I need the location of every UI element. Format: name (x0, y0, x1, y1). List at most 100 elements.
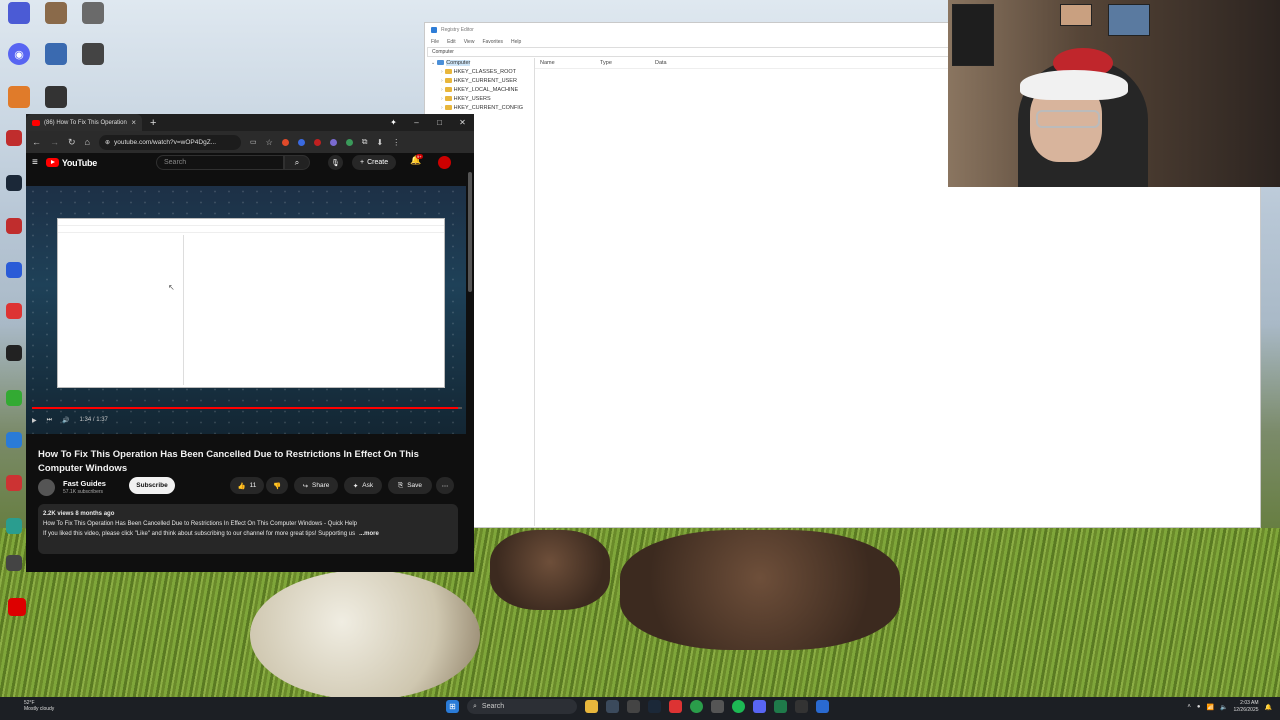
desktop-app-icon[interactable] (45, 2, 67, 24)
chevron-up-icon[interactable]: ˄ (1187, 704, 1191, 710)
page-scrollbar[interactable] (468, 172, 472, 292)
desktop-app-icon[interactable] (6, 475, 22, 491)
taskbar-search[interactable]: ⌕ Search (467, 699, 577, 714)
desktop-app-icon[interactable] (6, 345, 22, 361)
chrome-icon[interactable] (690, 700, 703, 713)
app-icon[interactable] (606, 700, 619, 713)
desktop-app-icon[interactable] (6, 432, 22, 448)
save-button[interactable]: ⎘ Save (388, 477, 432, 494)
youtube-search-input[interactable]: Search (156, 155, 284, 170)
address-bar[interactable]: ⊕ youtube.com/watch?v=wOP4DgZ... (98, 134, 241, 150)
play-icon[interactable]: ▶ (32, 417, 37, 424)
tree-item-computer[interactable]: ⌄ Computer (427, 58, 534, 67)
video-description[interactable]: 2.2K views 8 months ago How To Fix This … (38, 504, 458, 554)
menu-icon[interactable]: ⋮ (392, 138, 400, 147)
extension-icon[interactable] (329, 138, 337, 146)
desktop-app-icon[interactable] (6, 518, 22, 534)
app-icon[interactable] (774, 700, 787, 713)
tree-item-hkcr[interactable]: › HKEY_CLASSES_ROOT (427, 67, 534, 76)
app-icon[interactable] (711, 700, 724, 713)
discord-icon[interactable]: ◉ (8, 43, 30, 65)
close-window-button[interactable]: ✕ (451, 114, 474, 131)
desktop-app-icon[interactable] (8, 86, 30, 108)
video-player[interactable]: ↖ ▶ ⏭ 🔊 1:34 / 1:37 (26, 186, 466, 434)
reload-icon[interactable]: ↻ (68, 137, 76, 148)
desktop-app-icon[interactable] (6, 262, 22, 278)
extension-icon[interactable] (281, 138, 289, 146)
tree-item-hku[interactable]: › HKEY_USERS (427, 94, 534, 103)
more-actions-button[interactable]: ⋯ (436, 477, 454, 494)
desktop-app-icon[interactable] (45, 86, 67, 108)
hamburger-menu-icon[interactable]: ≡ (32, 157, 38, 168)
like-button[interactable]: 👍 11 (230, 477, 264, 494)
desktop-app-icon[interactable] (6, 303, 22, 319)
menu-help[interactable]: Help (511, 39, 521, 45)
channel-avatar[interactable] (38, 479, 55, 496)
desktop-app-icon[interactable] (6, 218, 22, 234)
menu-favorites[interactable]: Favorites (482, 39, 503, 45)
tree-item-hklm[interactable]: › HKEY_LOCAL_MACHINE (427, 85, 534, 94)
youtube-logo[interactable]: YouTube (45, 158, 97, 168)
desktop-app-icon[interactable] (6, 390, 22, 406)
clock[interactable]: 2:03 AM 12/26/2025 (1233, 700, 1258, 714)
microphone-icon[interactable]: 🎙 (328, 155, 343, 170)
desktop-app-icon[interactable] (6, 175, 22, 191)
tree-item-hkcc[interactable]: › HKEY_CURRENT_CONFIG (427, 103, 534, 112)
more-link[interactable]: ...more (359, 529, 379, 539)
column-name[interactable]: Name (540, 60, 600, 66)
search-icon[interactable]: ⌕ (284, 155, 310, 170)
create-button[interactable]: + Create (352, 155, 397, 170)
app-icon[interactable] (627, 700, 640, 713)
desktop-app-icon[interactable] (8, 2, 30, 24)
share-button[interactable]: ↪ Share (294, 477, 338, 494)
close-tab-icon[interactable]: × (131, 118, 136, 127)
dislike-button[interactable]: 👎 (266, 477, 288, 494)
tray-app-icon[interactable]: ● (1197, 704, 1201, 710)
download-icon[interactable]: ⬇ (377, 138, 384, 147)
maximize-button[interactable]: □ (428, 114, 451, 131)
volume-icon[interactable]: 🔈 (1220, 704, 1227, 711)
tree-item-hkcu[interactable]: › HKEY_CURRENT_USER (427, 76, 534, 85)
file-explorer-icon[interactable] (585, 700, 598, 713)
weather-widget[interactable]: 52°F Mostly cloudy (24, 700, 54, 712)
channel-name[interactable]: Fast Guides (63, 479, 106, 488)
menu-edit[interactable]: Edit (447, 39, 456, 45)
desktop-app-icon[interactable] (82, 43, 104, 65)
app-icon[interactable] (795, 700, 808, 713)
minimize-button[interactable]: – (405, 114, 428, 131)
menu-view[interactable]: View (464, 39, 475, 45)
extension-icon[interactable] (345, 138, 353, 146)
extension-icon[interactable] (313, 138, 321, 146)
desktop-app-icon[interactable] (6, 555, 22, 571)
regedit-icon[interactable] (816, 700, 829, 713)
menu-file[interactable]: File (431, 39, 439, 45)
extensions-puzzle-icon[interactable]: ⧉ (362, 137, 368, 147)
extension-icon[interactable]: ✦ (382, 114, 405, 131)
bookmark-star-icon[interactable]: ☆ (266, 138, 273, 147)
forward-icon[interactable]: → (50, 137, 59, 147)
video-progress-bar[interactable] (32, 407, 462, 409)
spotify-icon[interactable] (732, 700, 745, 713)
new-tab-button[interactable]: + (150, 117, 156, 129)
extension-icon[interactable] (297, 138, 305, 146)
discord-icon[interactable] (753, 700, 766, 713)
steam-icon[interactable] (648, 700, 661, 713)
notifications-icon[interactable]: 🔔 (1265, 704, 1272, 711)
cast-icon[interactable]: ▭ (250, 138, 257, 146)
home-icon[interactable]: ⌂ (85, 137, 90, 147)
ask-button[interactable]: ✦ Ask (344, 477, 382, 494)
column-type[interactable]: Type (600, 60, 655, 66)
site-info-icon[interactable]: ⊕ (105, 139, 110, 146)
app-icon[interactable] (669, 700, 682, 713)
network-icon[interactable]: 📶 (1207, 704, 1214, 711)
tab-youtube[interactable]: (86) How To Fix This Operation × (26, 114, 142, 131)
notifications-bell-icon[interactable]: 🔔 9+ (410, 154, 423, 166)
start-icon[interactable]: ⊞ (446, 700, 459, 713)
desktop-app-icon[interactable] (82, 2, 104, 24)
back-icon[interactable]: ← (32, 137, 41, 147)
desktop-app-icon[interactable] (6, 130, 22, 146)
desktop-app-icon[interactable] (45, 43, 67, 65)
volume-icon[interactable]: 🔊 (62, 417, 69, 424)
desktop-app-icon[interactable] (8, 598, 26, 616)
account-avatar[interactable] (438, 156, 451, 169)
